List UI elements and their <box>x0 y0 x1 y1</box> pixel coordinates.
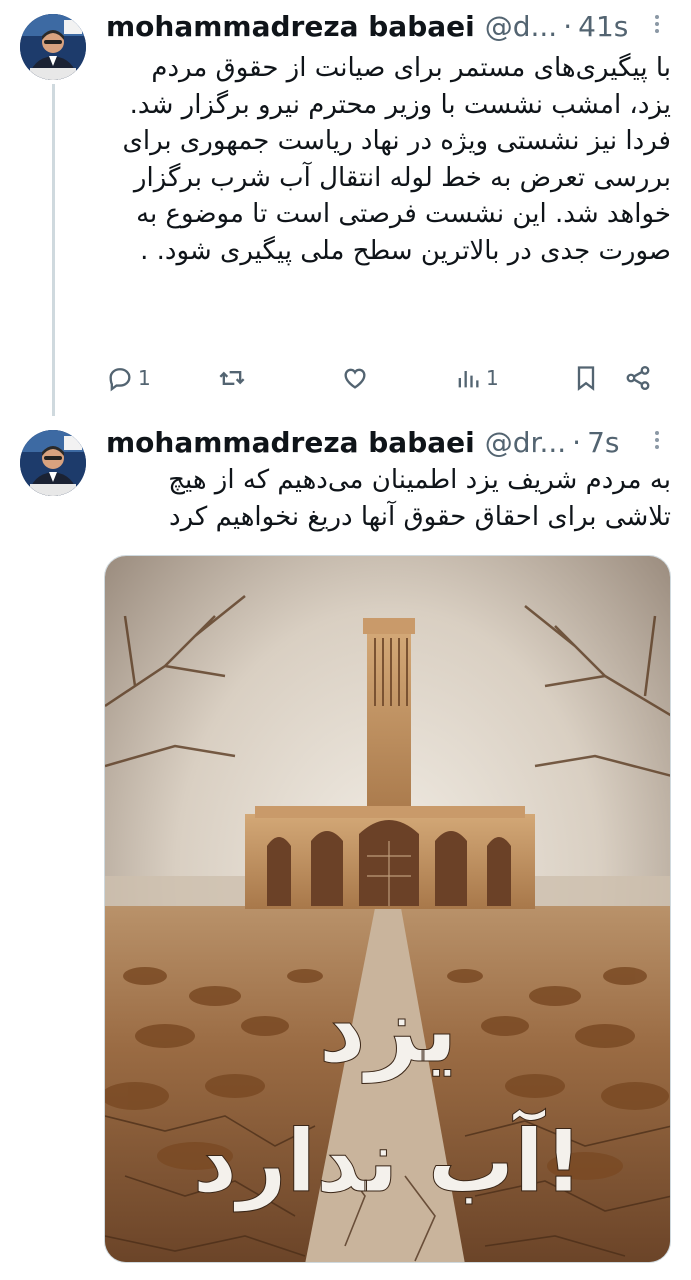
reply-button[interactable]: 1 <box>106 364 151 392</box>
tweet-header: mohammadreza babaei @dr... · 7s <box>106 422 671 462</box>
windcatcher-photo: یزد آب ندارد! <box>105 556 670 1262</box>
author-handle[interactable]: @d... <box>485 10 557 43</box>
avatar[interactable] <box>20 430 86 496</box>
repost-icon <box>219 371 245 385</box>
views-count: 1 <box>486 366 499 390</box>
like-button[interactable] <box>341 364 373 392</box>
separator: · <box>563 9 573 43</box>
action-bar: 1 1 <box>106 358 665 402</box>
tweet-header: mohammadreza babaei @d... · 41s <box>106 6 671 46</box>
tweet-image[interactable]: یزد آب ندارد! <box>104 555 671 1263</box>
author-name[interactable]: mohammadreza babaei <box>106 426 475 459</box>
author-name[interactable]: mohammadreza babaei <box>106 10 475 43</box>
views-icon <box>458 371 479 388</box>
reply-count: 1 <box>138 366 151 390</box>
avatar[interactable] <box>20 14 86 80</box>
poster-subtitle: آب ندارد! <box>193 1109 583 1212</box>
more-icon[interactable] <box>643 428 671 456</box>
thread-line <box>52 84 55 416</box>
bookmark-icon <box>577 366 595 391</box>
poster-title: یزد <box>319 976 458 1084</box>
bookmark-button[interactable] <box>572 364 600 392</box>
tweet-1[interactable]: mohammadreza babaei @d... · 41s با پیگیر… <box>0 0 691 420</box>
share-button[interactable] <box>624 364 652 392</box>
tweet-text: به مردم شریف یزد اطمینان می‌دهیم که از ه… <box>168 465 671 532</box>
timestamp[interactable]: 7s <box>587 426 619 459</box>
tweet-text: با پیگیری‌های مستمر برای صیانت از حقوق م… <box>122 53 672 266</box>
like-icon <box>344 368 366 389</box>
reply-icon <box>109 368 131 392</box>
separator: · <box>572 425 582 459</box>
timestamp[interactable]: 41s <box>578 10 628 43</box>
share-icon <box>626 365 650 391</box>
views-button[interactable]: 1 <box>454 364 499 392</box>
more-icon[interactable] <box>643 12 671 40</box>
repost-button[interactable] <box>218 364 250 392</box>
author-handle[interactable]: @dr... <box>485 426 566 459</box>
